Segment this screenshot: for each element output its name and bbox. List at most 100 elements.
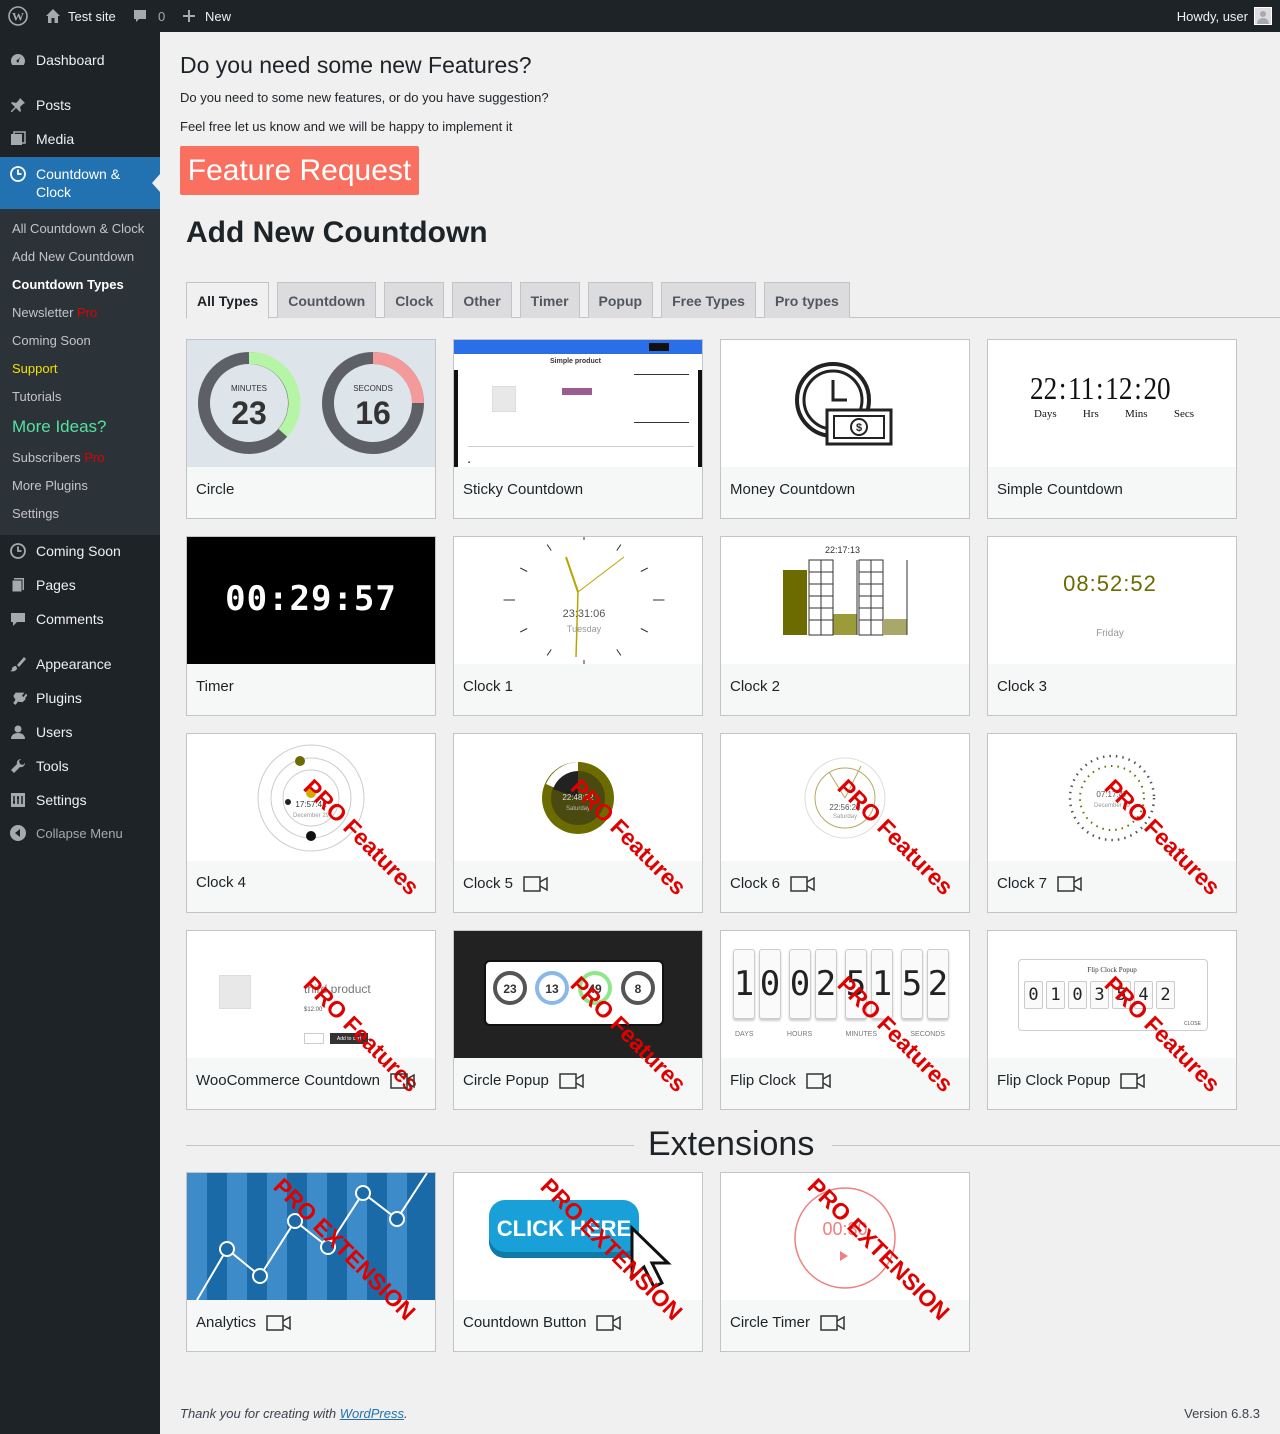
menu-settings[interactable]: Settings [0,783,160,817]
menu-pages[interactable]: Pages [0,568,160,602]
menu-countdown-clock[interactable]: Countdown & Clock [0,157,160,209]
card-name: Simple Countdown [997,481,1123,498]
pages-icon [9,576,27,594]
brush-icon [9,655,27,673]
type-card-clock-2[interactable]: 22:17:13 Clock 2 [720,536,970,716]
clock-icon [9,542,27,560]
type-card-circle[interactable]: MINUTES 23 SECONDS 16 Circle [186,339,436,519]
sticky-product: Simple product [550,358,601,365]
clock1-day: Tuesday [567,624,602,634]
type-card-clock-7[interactable]: 07:17:47 December 29 PRO Features Clock … [987,733,1237,913]
video-icon[interactable] [1120,1072,1146,1089]
flip-popup-digit: 2 [1156,981,1175,1009]
card-name: Circle [196,481,235,498]
type-card-clock-4[interactable]: 17:57:41 December 29 PRO Features Clock … [186,733,436,913]
video-icon[interactable] [790,875,815,892]
type-card-clock-1[interactable]: 23:31:06 Tuesday Clock 1 [453,536,703,716]
popup-hours: 13 [545,982,559,996]
type-card-clock-6[interactable]: 22:56:28 Saturday PRO Features Clock 6 [720,733,970,913]
flip-popup-title: Flip Clock Popup [1087,966,1137,974]
minutes-label: MINUTES [231,384,267,393]
menu-tools[interactable]: Tools [0,749,160,783]
video-icon[interactable] [523,875,548,892]
menu-users[interactable]: Users [0,715,160,749]
user-account-link[interactable]: Howdy, user [1177,0,1272,32]
type-card-sticky-countdown[interactable]: Simple product ▪ Sticky Countdown [453,339,703,519]
submenu-settings[interactable]: Settings [12,506,59,521]
video-icon[interactable] [806,1072,831,1089]
flip-digit: 5 [845,949,867,1019]
feature-request-button[interactable]: Feature Request [180,146,419,195]
menu-appearance[interactable]: Appearance [0,647,160,681]
video-icon[interactable] [1057,875,1082,892]
new-content-link[interactable]: New [182,0,231,32]
site-link[interactable]: Test site [44,0,116,32]
extension-card-circle-timer[interactable]: 00:30 PRO EXTENSION Circle Timer [720,1172,970,1352]
video-icon[interactable] [390,1072,415,1089]
menu-label: Users [36,724,73,740]
menu-posts[interactable]: Posts [0,88,160,122]
tab-clock[interactable]: Clock [384,282,445,318]
video-icon[interactable] [820,1314,845,1331]
menu-plugins[interactable]: Plugins [0,681,160,715]
submenu-tutorials[interactable]: Tutorials [12,389,61,404]
clock4-date: December 29 [293,813,330,819]
money-preview: $ [721,340,969,467]
menu-coming-soon[interactable]: Coming Soon [0,534,160,568]
video-icon[interactable] [266,1314,291,1331]
flip-digit: 0 [789,949,811,1019]
type-card-flip-clock-popup[interactable]: Flip Clock Popup 0103542 CLOSE PRO Featu… [987,930,1237,1110]
video-icon[interactable] [559,1072,584,1089]
card-name: Circle Popup [463,1072,584,1089]
footer-version: Version 6.8.3 [1184,1406,1260,1421]
flip-labels: DAYS HOURS MINUTES SECONDS [735,1031,945,1038]
type-card-circle-popup[interactable]: 23 13 49 8 PRO Features Circle Popup [453,930,703,1110]
type-card-money-countdown[interactable]: $ Money Countdown [720,339,970,519]
type-card-timer[interactable]: 00:29:57 Timer [186,536,436,716]
tab-popup[interactable]: Popup [587,282,654,318]
submenu-all-countdown[interactable]: All Countdown & Clock [12,221,144,236]
countdown-button-preview: CLICK HERE [454,1173,702,1300]
submenu-newsletter[interactable]: Newsletter Pro [12,305,97,320]
wordpress-link[interactable]: WordPress [340,1406,404,1421]
submenu-countdown-types[interactable]: Countdown Types [12,277,124,292]
menu-label: Comments [36,611,104,627]
type-card-woocommerce-countdown[interactable]: third product $12.00 Add to cart PRO Fea… [186,930,436,1110]
menu-media[interactable]: Media [0,122,160,156]
submenu-label: Subscribers [12,450,81,465]
tab-other[interactable]: Other [452,282,512,318]
extension-card-countdown-button[interactable]: CLICK HERE PRO EXTENSION Countdown Butto… [453,1172,703,1352]
simple-preview: 22: 11: 12: 20 Days Hrs Mins Secs [988,340,1236,467]
tab-timer[interactable]: Timer [519,282,580,318]
video-icon[interactable] [596,1314,622,1331]
type-tabs: All Types Countdown Clock Other Timer Po… [186,282,850,319]
menu-dashboard[interactable]: Dashboard [0,42,160,78]
type-card-flip-clock[interactable]: 10025152 DAYS HOURS MINUTES SECONDS PRO … [720,930,970,1110]
tab-countdown[interactable]: Countdown [277,282,377,318]
type-card-simple-countdown[interactable]: 22: 11: 12: 20 Days Hrs Mins Secs Simple… [987,339,1237,519]
comments-link[interactable]: 0 [132,0,165,32]
menu-comments[interactable]: Comments [0,602,160,636]
submenu-add-new-countdown[interactable]: Add New Countdown [12,249,134,264]
extension-card-analytics[interactable]: PRO EXTENSION Analytics [186,1172,436,1352]
wordpress-logo-icon[interactable]: W [8,0,28,32]
type-card-clock-5[interactable]: 22:48:32 Saturday PRO Features Clock 5 [453,733,703,913]
collapse-menu-button[interactable]: Collapse Menu [0,817,160,849]
tab-all-types[interactable]: All Types [186,282,270,319]
submenu-coming-soon[interactable]: Coming Soon [12,333,91,348]
tab-pro-types[interactable]: Pro types [763,282,850,318]
extensions-title: Extensions [648,1125,815,1163]
card-name: Clock 6 [730,875,815,892]
clock-tick [546,544,552,551]
features-title: Do you need some new Features? [180,52,532,78]
tab-free-types[interactable]: Free Types [661,282,756,318]
type-card-clock-3[interactable]: 08:52:52 Friday Clock 3 [987,536,1237,716]
submenu-more-ideas[interactable]: More Ideas? [12,417,107,437]
plug-icon [9,689,27,707]
card-name: Countdown Button [463,1314,622,1331]
submenu-support[interactable]: Support [12,361,58,376]
submenu-more-plugins[interactable]: More Plugins [12,478,88,493]
submenu-subscribers[interactable]: Subscribers Pro [12,450,105,465]
admin-sidebar: Dashboard Posts Media Countdown & Clock A… [0,32,160,1434]
simple-days-label: Days [1034,408,1057,420]
